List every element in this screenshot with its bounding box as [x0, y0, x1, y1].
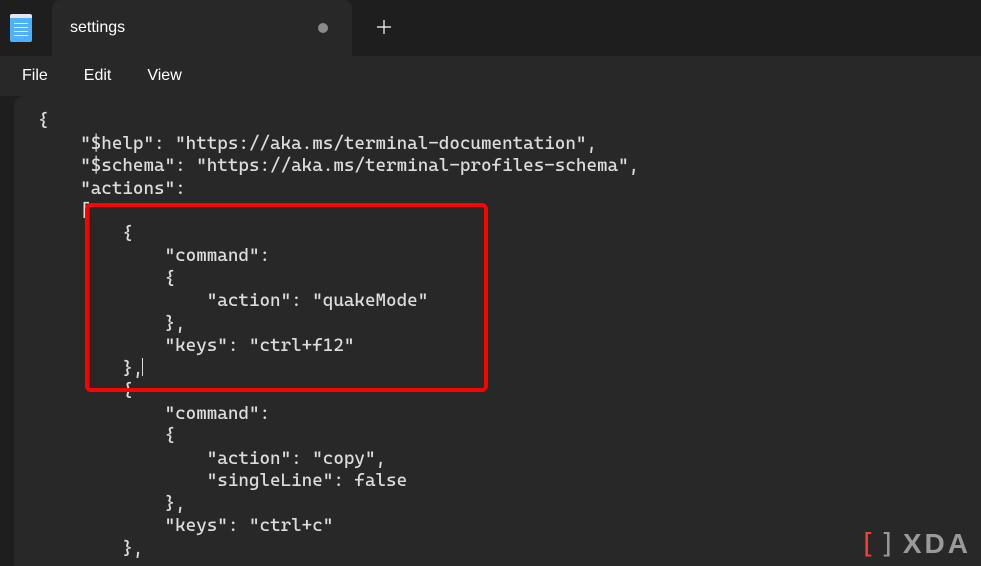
plus-icon — [377, 17, 391, 40]
watermark: [] XDA — [859, 527, 971, 560]
code-line: { — [38, 110, 49, 131]
code-line: "keys": "ctrl+c" — [38, 515, 333, 536]
code-line: "action": "copy", — [38, 448, 386, 469]
code-line: "$help": "https://aka.ms/terminal-docume… — [38, 133, 597, 154]
code-line: }, — [38, 538, 143, 559]
code-line: "$schema": "https://aka.ms/terminal-prof… — [38, 155, 639, 176]
code-line: }, — [38, 313, 186, 334]
editor-area[interactable]: { "$help": "https://aka.ms/terminal-docu… — [14, 96, 981, 566]
code-line: "keys": "ctrl+f12" — [38, 335, 354, 356]
menu-view[interactable]: View — [147, 67, 181, 85]
new-tab-button[interactable] — [360, 4, 408, 52]
code-line: "action": "quakeMode" — [38, 290, 428, 311]
code-line: { — [38, 268, 175, 289]
menu-edit[interactable]: Edit — [84, 67, 112, 85]
text-cursor-icon — [142, 358, 143, 376]
menu-file[interactable]: File — [22, 67, 48, 85]
titlebar: settings — [0, 0, 981, 56]
watermark-bracket-icon: [] — [859, 527, 899, 560]
tab-modified-indicator-icon — [318, 23, 328, 33]
code-line: { — [38, 223, 133, 244]
watermark-text: XDA — [903, 528, 971, 560]
tab-settings[interactable]: settings — [52, 0, 352, 56]
code-line: [ — [38, 200, 91, 221]
code-line: }, — [38, 358, 143, 379]
code-line: "actions": — [38, 178, 186, 199]
code-line: "command": — [38, 245, 270, 266]
code-line: }, — [38, 493, 186, 514]
code-line: { — [38, 380, 133, 401]
editor-content[interactable]: { "$help": "https://aka.ms/terminal-docu… — [38, 110, 981, 560]
tab-title: settings — [70, 19, 125, 37]
code-line: "singleLine": false — [38, 470, 407, 491]
code-line: "command": — [38, 403, 270, 424]
notepad-icon — [10, 14, 32, 42]
code-line: { — [38, 425, 175, 446]
menubar: File Edit View — [0, 56, 981, 96]
